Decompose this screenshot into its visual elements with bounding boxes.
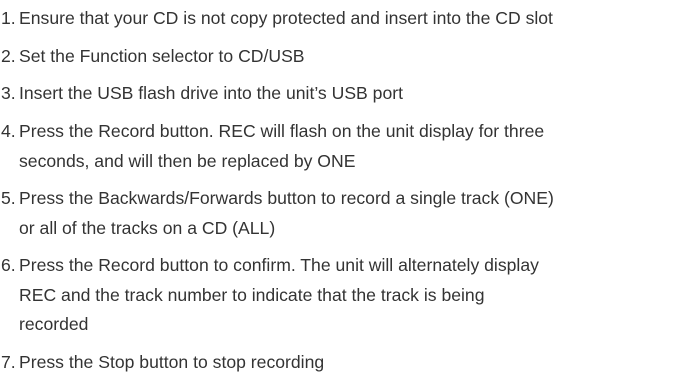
step-number: 6.	[1, 255, 16, 276]
step-text: Press the Backwards/Forwards button to r…	[19, 188, 554, 238]
instruction-step-1: 1. Ensure that your CD is not copy prote…	[1, 4, 679, 33]
step-text: Press the Record button. REC will flash …	[19, 121, 545, 171]
step-number: 4.	[1, 121, 16, 142]
step-text: Press the Stop button to stop recording	[19, 351, 325, 372]
step-number: 5.	[1, 188, 16, 209]
step-number: 3.	[1, 83, 16, 104]
instruction-list: 1. Ensure that your CD is not copy prote…	[1, 4, 679, 386]
instruction-step-7: 7. Press the Stop button to stop recordi…	[1, 348, 679, 377]
step-text: Ensure that your CD is not copy protecte…	[19, 8, 553, 28]
instruction-step-2: 2. Set the Function selector to CD/USB	[1, 42, 679, 71]
step-number: 7.	[1, 351, 16, 372]
instruction-step-6: 6. Press the Record button to confirm. T…	[1, 251, 679, 339]
step-number: 1.	[1, 8, 16, 28]
step-text: Set the Function selector to CD/USB	[19, 45, 305, 66]
step-text: Insert the USB flash drive into the unit…	[19, 83, 403, 104]
step-number: 2.	[1, 45, 16, 66]
instruction-step-4: 4. Press the Record button. REC will fla…	[1, 117, 679, 176]
instruction-step-5: 5. Press the Backwards/Forwards button t…	[1, 184, 679, 243]
step-text: Press the Record button to confirm. The …	[19, 255, 539, 335]
instruction-step-3: 3. Insert the USB flash drive into the u…	[1, 79, 679, 108]
